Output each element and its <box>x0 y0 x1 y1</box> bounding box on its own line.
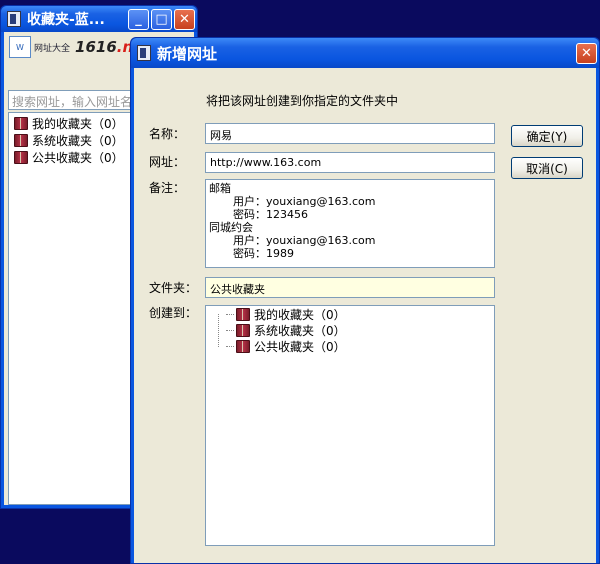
tree-connector <box>226 345 234 347</box>
dialog-body: 将把该网址创建到你指定的文件夹中 名称： 网易 网址： http://www.1… <box>134 68 596 563</box>
note-line: 密码：123456 <box>233 208 308 221</box>
tree-item-mine[interactable]: 我的收藏夹（0） <box>226 306 346 322</box>
folder-label: 系统收藏夹（0） <box>32 134 124 148</box>
create-to-label: 创建到： <box>149 306 198 320</box>
book-icon <box>236 323 250 337</box>
note-line: 密码：1989 <box>233 247 294 260</box>
book-icon <box>236 339 250 353</box>
book-icon <box>14 151 28 164</box>
favorites-titlebar[interactable]: 收藏夹-蓝... _ □ ✕ <box>1 6 197 32</box>
dialog-titlebar[interactable]: 新增网址 ✕ <box>131 38 599 68</box>
brand-logo-number: 1616 <box>75 38 117 56</box>
book-icon <box>236 307 250 321</box>
minimize-button[interactable]: _ <box>128 8 149 30</box>
tree-connector <box>226 329 234 331</box>
dialog-title: 新增网址 <box>157 44 218 63</box>
notes-label: 备注： <box>149 181 186 195</box>
name-label: 名称： <box>149 127 186 141</box>
note-line: 用户：youxiang@163.com <box>233 234 376 247</box>
folder-label: 我的收藏夹（0） <box>32 117 124 131</box>
tree-item-system[interactable]: 系统收藏夹（0） <box>226 322 346 338</box>
add-url-dialog: 新增网址 ✕ 将把该网址创建到你指定的文件夹中 名称： 网易 网址： http:… <box>130 37 600 564</box>
book-icon <box>14 134 28 147</box>
brand-logo-icon: W <box>9 36 31 58</box>
notes-textarea[interactable]: 邮箱 用户：youxiang@163.com 密码：123456 同城约会 用户… <box>205 179 495 268</box>
close-button[interactable]: ✕ <box>576 42 597 64</box>
ok-button[interactable]: 确定(Y) <box>511 125 583 147</box>
name-field[interactable]: 网易 <box>205 123 495 144</box>
note-line: 用户：youxiang@163.com <box>233 195 376 208</box>
close-button[interactable]: ✕ <box>174 8 195 30</box>
tree-item-public[interactable]: 公共收藏夹（0） <box>226 338 346 354</box>
tree-item-label: 我的收藏夹（0） <box>254 307 346 322</box>
book-icon <box>14 117 28 130</box>
favorites-title: 收藏夹-蓝... <box>27 12 105 28</box>
url-field[interactable]: http://www.163.com <box>205 152 495 173</box>
tree-connector <box>218 314 219 347</box>
app-icon <box>137 45 151 61</box>
tree-item-label: 公共收藏夹（0） <box>254 339 346 354</box>
folder-field[interactable]: 公共收藏夹 <box>205 277 495 298</box>
tree-item-label: 系统收藏夹（0） <box>254 323 346 338</box>
maximize-button[interactable]: □ <box>151 8 172 30</box>
cancel-button[interactable]: 取消(C) <box>511 157 583 179</box>
note-line: 同城约会 <box>209 221 253 234</box>
folder-label: 公共收藏夹（0） <box>32 151 124 165</box>
instruction-text: 将把该网址创建到你指定的文件夹中 <box>206 94 399 108</box>
app-icon <box>7 11 21 27</box>
tree-connector <box>226 313 234 315</box>
note-line: 邮箱 <box>209 182 231 195</box>
create-to-tree[interactable]: 我的收藏夹（0） 系统收藏夹（0） 公共收藏夹（0） <box>205 305 495 546</box>
brand-text: 网址大全 <box>34 43 71 54</box>
url-label: 网址： <box>149 155 186 169</box>
folder-label: 文件夹： <box>149 281 198 295</box>
